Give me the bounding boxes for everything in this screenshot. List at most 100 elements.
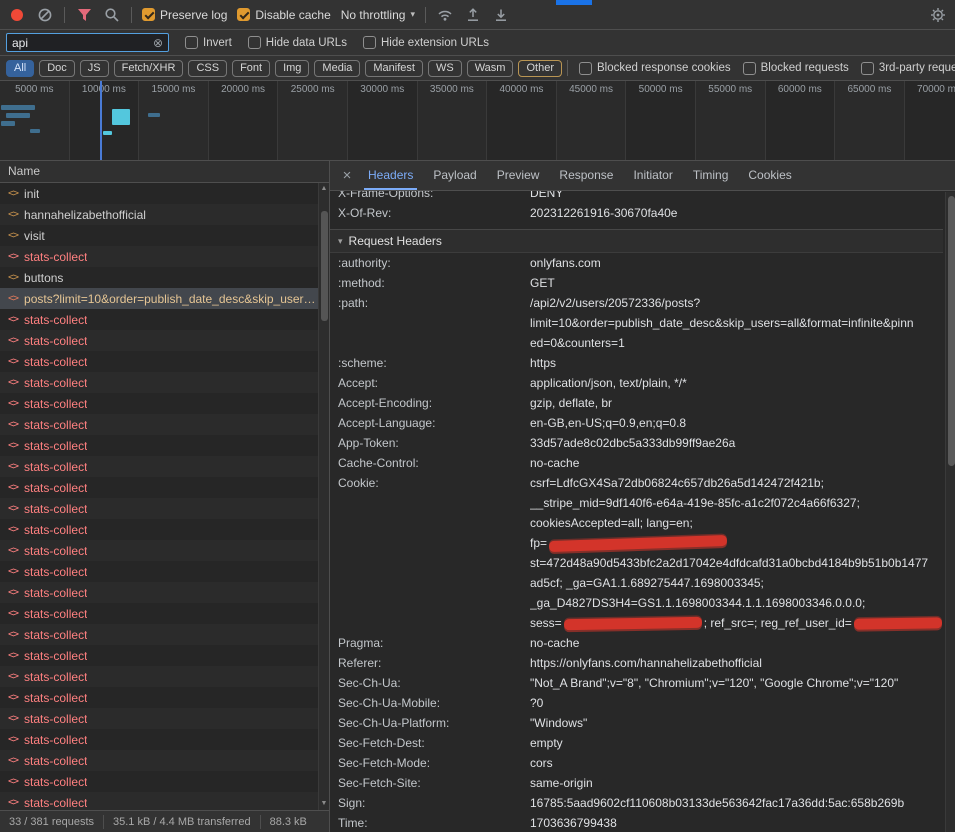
request-name: hannahelizabethofficial bbox=[24, 208, 146, 222]
request-row[interactable]: <>stats-collect bbox=[0, 561, 318, 582]
request-row[interactable]: <>stats-collect bbox=[0, 309, 318, 330]
tab-headers[interactable]: Headers bbox=[358, 161, 423, 190]
request-row[interactable]: <>stats-collect bbox=[0, 330, 318, 351]
request-row[interactable]: <>stats-collect bbox=[0, 372, 318, 393]
filter-checkbox-blocked-requests[interactable]: Blocked requests bbox=[743, 62, 849, 75]
tab-preview[interactable]: Preview bbox=[487, 161, 550, 190]
request-row[interactable]: <>stats-collect bbox=[0, 729, 318, 750]
search-icon[interactable] bbox=[103, 6, 121, 24]
scroll-up-icon[interactable]: ▲ bbox=[321, 183, 328, 195]
import-har-icon[interactable] bbox=[464, 6, 482, 24]
throttling-select[interactable]: No throttling ▾ bbox=[341, 8, 415, 22]
type-filter-doc[interactable]: Doc bbox=[39, 60, 75, 77]
type-filter-wasm[interactable]: Wasm bbox=[467, 60, 514, 77]
scrollbar-thumb[interactable] bbox=[321, 211, 328, 321]
header-value: no-cache bbox=[530, 633, 943, 653]
preserve-log-checkbox[interactable]: Preserve log bbox=[142, 8, 227, 22]
request-row[interactable]: <>stats-collect bbox=[0, 582, 318, 603]
request-row[interactable]: <>stats-collect bbox=[0, 750, 318, 771]
request-row[interactable]: <>stats-collect bbox=[0, 771, 318, 792]
type-filter-other[interactable]: Other bbox=[518, 60, 562, 77]
tab-cookies[interactable]: Cookies bbox=[738, 161, 801, 190]
type-filter-row: All Doc JS Fetch/XHRCSS Font Img Media Manifest… bbox=[0, 56, 955, 81]
right-scrollbar[interactable] bbox=[945, 192, 955, 832]
request-row[interactable]: <>init bbox=[0, 183, 318, 204]
network-overview[interactable]: 5000 ms10000 ms15000 ms20000 ms25000 ms3… bbox=[0, 81, 955, 161]
headers-content[interactable]: X-Frame-Options: DENY X-Of-Rev:202312261… bbox=[330, 191, 955, 832]
request-name: posts?limit=10&order=publish_date_desc&s… bbox=[24, 292, 316, 306]
request-row[interactable]: <>stats-collect bbox=[0, 519, 318, 540]
request-row[interactable]: <>stats-collect bbox=[0, 792, 318, 810]
network-conditions-icon[interactable] bbox=[436, 6, 454, 24]
request-name: stats-collect bbox=[24, 250, 87, 264]
filter-checkbox-3rd-party-requests[interactable]: 3rd-party requests bbox=[861, 62, 955, 75]
type-filter-js[interactable]: JS bbox=[80, 60, 109, 77]
request-headers-section[interactable]: ▾ Request Headers bbox=[330, 229, 943, 253]
request-name: stats-collect bbox=[24, 628, 87, 642]
request-row[interactable]: <>stats-collect bbox=[0, 687, 318, 708]
type-filter-css[interactable]: CSS bbox=[188, 60, 227, 77]
request-row[interactable]: <>hannahelizabethofficial bbox=[0, 204, 318, 225]
filter-input[interactable] bbox=[12, 36, 149, 50]
scrollbar-track[interactable] bbox=[319, 195, 329, 798]
name-column-header[interactable]: Name bbox=[0, 161, 329, 183]
response-headers-tail: X-Of-Rev:202312261916-30670fa40e bbox=[330, 203, 943, 223]
gear-icon[interactable] bbox=[929, 6, 947, 24]
type-filter-font[interactable]: Font bbox=[232, 60, 270, 77]
header-row: :method:GET bbox=[330, 273, 943, 293]
request-row[interactable]: <>visit bbox=[0, 225, 318, 246]
checkbox-icon bbox=[185, 36, 198, 49]
header-value-text: empty bbox=[530, 733, 563, 753]
tab-payload[interactable]: Payload bbox=[423, 161, 486, 190]
invert-checkbox[interactable]: Invert bbox=[185, 36, 232, 49]
request-row[interactable]: <>stats-collect bbox=[0, 603, 318, 624]
throttling-value: No throttling bbox=[341, 8, 406, 22]
disable-cache-checkbox[interactable]: Disable cache bbox=[237, 8, 330, 22]
scroll-down-icon[interactable]: ▼ bbox=[321, 798, 328, 810]
request-row[interactable]: <>stats-collect bbox=[0, 435, 318, 456]
filter-checkbox-blocked-response-cookies[interactable]: Blocked response cookies bbox=[579, 62, 731, 75]
scrollbar-thumb[interactable] bbox=[948, 196, 955, 466]
disable-cache-label: Disable cache bbox=[255, 8, 330, 22]
tab-timing[interactable]: Timing bbox=[683, 161, 739, 190]
type-filter-fetch-xhr[interactable]: Fetch/XHR bbox=[114, 60, 184, 77]
request-row[interactable]: <>buttons bbox=[0, 267, 318, 288]
request-row[interactable]: <>stats-collect bbox=[0, 351, 318, 372]
header-value-line: ed=0&counters=1 bbox=[530, 333, 943, 353]
request-row[interactable]: <>stats-collect bbox=[0, 393, 318, 414]
type-filter-all[interactable]: All bbox=[6, 60, 34, 77]
export-har-icon[interactable] bbox=[492, 6, 510, 24]
type-filter-media[interactable]: Media bbox=[314, 60, 360, 77]
request-row[interactable]: <>stats-collect bbox=[0, 540, 318, 561]
tab-initiator[interactable]: Initiator bbox=[623, 161, 682, 190]
hide-data-urls-checkbox[interactable]: Hide data URLs bbox=[248, 36, 347, 49]
header-value-line: https://onlyfans.com/hannahelizabethoffi… bbox=[530, 653, 943, 673]
script-icon: <> bbox=[8, 776, 18, 787]
redaction-scribble bbox=[564, 616, 702, 629]
tab-response[interactable]: Response bbox=[549, 161, 623, 190]
request-row[interactable]: <>stats-collect bbox=[0, 246, 318, 267]
close-icon[interactable]: × bbox=[336, 167, 358, 184]
request-row[interactable]: <>stats-collect bbox=[0, 708, 318, 729]
request-row[interactable]: <>stats-collect bbox=[0, 624, 318, 645]
left-scrollbar[interactable]: ▲ ▼ bbox=[318, 183, 329, 810]
request-row[interactable]: <>stats-collect bbox=[0, 666, 318, 687]
script-icon: <> bbox=[8, 692, 18, 703]
checkbox-icon bbox=[363, 36, 376, 49]
request-row[interactable]: <>posts?limit=10&order=publish_date_desc… bbox=[0, 288, 318, 309]
clear-filter-icon[interactable]: ⊗ bbox=[153, 37, 163, 49]
filter-icon[interactable] bbox=[75, 6, 93, 24]
header-name: Sec-Fetch-Site: bbox=[338, 773, 530, 793]
header-value-line: cors bbox=[530, 753, 943, 773]
request-row[interactable]: <>stats-collect bbox=[0, 414, 318, 435]
request-row[interactable]: <>stats-collect bbox=[0, 456, 318, 477]
request-row[interactable]: <>stats-collect bbox=[0, 498, 318, 519]
clear-icon[interactable] bbox=[36, 6, 54, 24]
type-filter-img[interactable]: Img bbox=[275, 60, 309, 77]
type-filter-manifest[interactable]: Manifest bbox=[365, 60, 423, 77]
hide-extension-urls-checkbox[interactable]: Hide extension URLs bbox=[363, 36, 489, 49]
type-filter-ws[interactable]: WS bbox=[428, 60, 462, 77]
request-row[interactable]: <>stats-collect bbox=[0, 477, 318, 498]
record-icon[interactable] bbox=[8, 6, 26, 24]
request-row[interactable]: <>stats-collect bbox=[0, 645, 318, 666]
